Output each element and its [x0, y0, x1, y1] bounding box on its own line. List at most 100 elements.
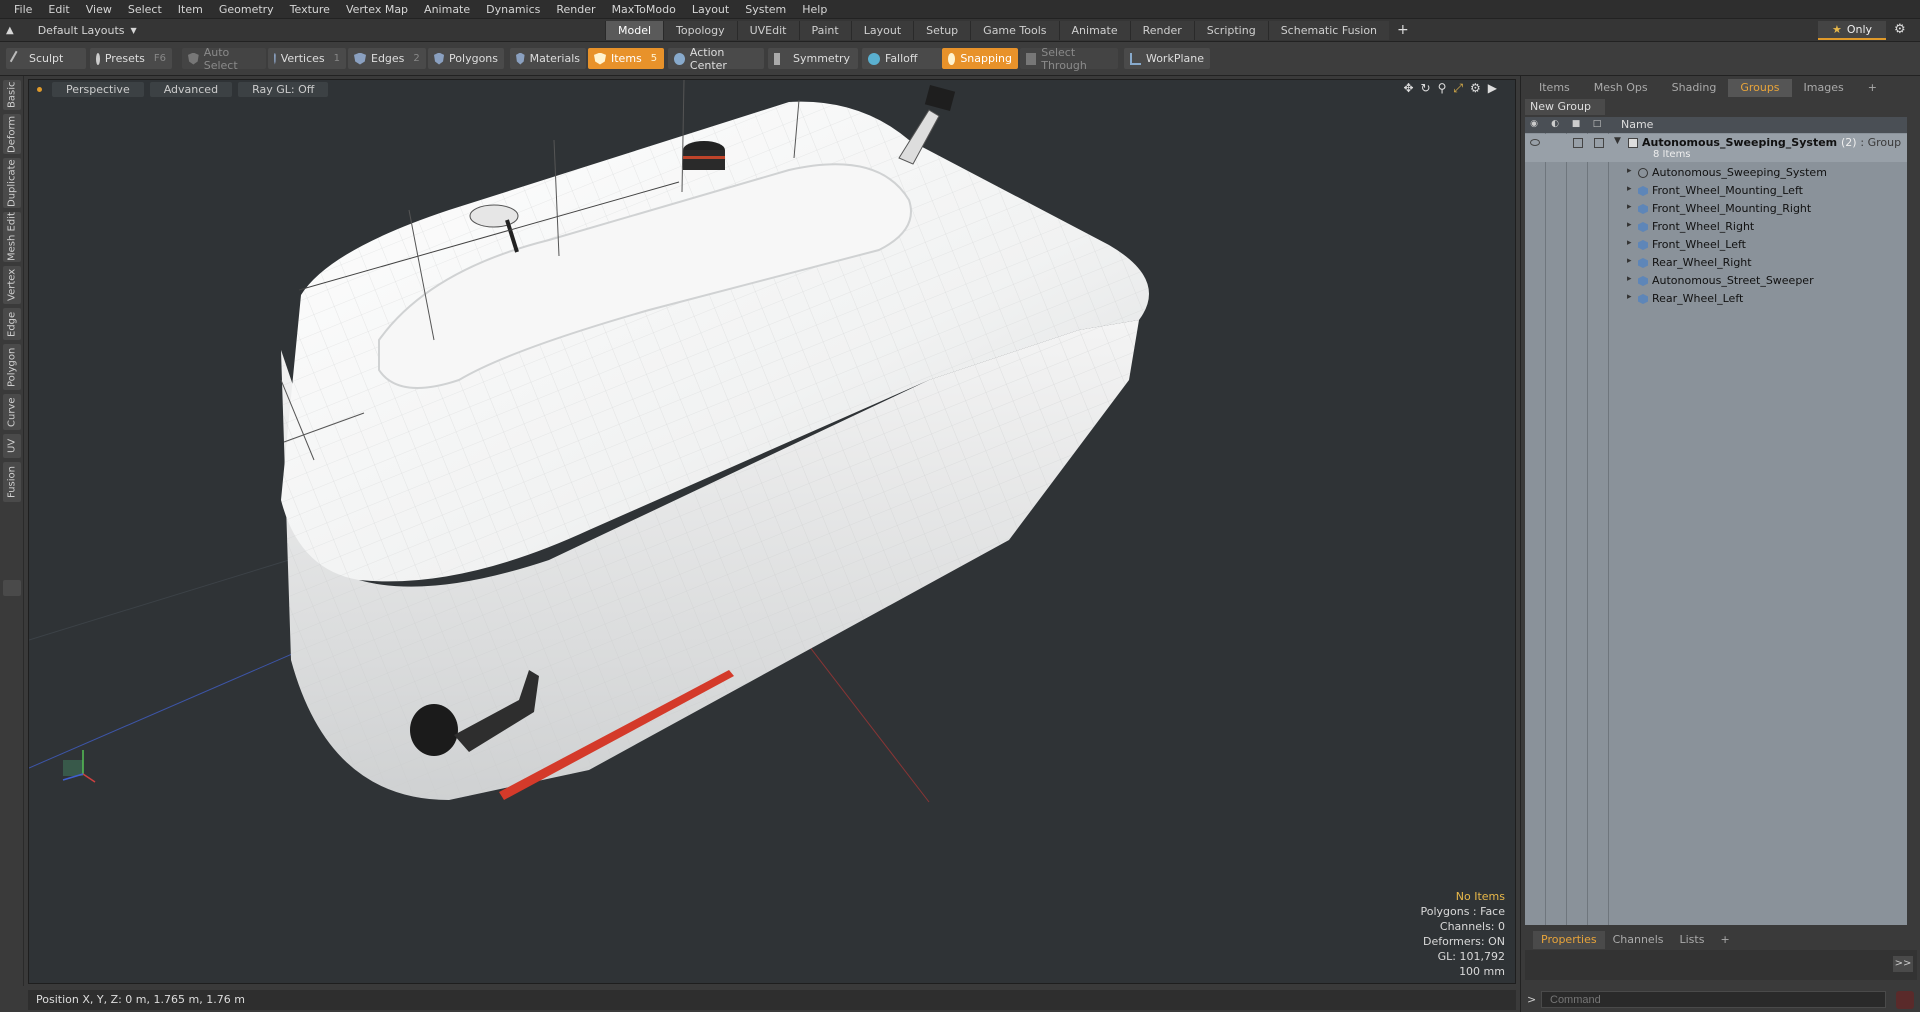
tab-channels[interactable]: Channels — [1605, 931, 1672, 949]
list-item[interactable]: ▸ Front_Wheel_Mounting_Left — [1525, 182, 1907, 200]
expand-arrow-icon[interactable]: ▸ — [1627, 166, 1632, 176]
tab-schematic-fusion[interactable]: Schematic Fusion — [1267, 21, 1390, 40]
expand-arrow-icon[interactable]: ▸ — [1627, 202, 1632, 212]
collapse-arrow-icon[interactable]: ▼ — [1614, 136, 1621, 146]
column-name[interactable]: Name — [1621, 118, 1653, 131]
expand-arrow-icon[interactable]: ▸ — [1627, 238, 1632, 248]
tab-properties[interactable]: Properties — [1533, 931, 1605, 949]
vtab-deform[interactable]: Deform — [3, 114, 21, 154]
items-button[interactable]: Items 5 — [588, 48, 664, 69]
tab-groups[interactable]: Groups — [1728, 79, 1792, 97]
tab-setup[interactable]: Setup — [913, 21, 971, 40]
raygl-button[interactable]: Ray GL: Off — [238, 81, 329, 97]
vtab-mesh-edit[interactable]: Mesh Edit — [3, 212, 21, 262]
list-item[interactable]: ▸ Front_Wheel_Right — [1525, 218, 1907, 236]
vtab-uv[interactable]: UV — [3, 434, 21, 458]
add-tab-icon[interactable]: + — [1389, 21, 1417, 40]
expand-arrow-icon[interactable]: ▸ — [1627, 184, 1632, 194]
menu-view[interactable]: View — [78, 0, 120, 19]
auto-select-button[interactable]: Auto Select — [182, 46, 266, 72]
expand-arrow-icon[interactable]: ▸ — [1627, 292, 1632, 302]
zoom-icon[interactable]: ⚲ — [1438, 81, 1447, 96]
menu-item[interactable]: Item — [170, 0, 211, 19]
tab-images[interactable]: Images — [1792, 79, 1856, 97]
menu-system[interactable]: System — [737, 0, 794, 19]
3d-viewport[interactable]: Perspective Advanced Ray GL: Off ✥ ↻ ⚲ ⤢… — [28, 79, 1516, 984]
polygons-button[interactable]: Polygons — [428, 48, 504, 69]
menu-edit[interactable]: Edit — [40, 0, 77, 19]
expand-button[interactable]: >> — [1893, 956, 1913, 972]
vtab-duplicate[interactable]: Duplicate — [3, 158, 21, 208]
action-center-button[interactable]: Action Center — [668, 46, 764, 72]
menu-dynamics[interactable]: Dynamics — [478, 0, 548, 19]
menu-geometry[interactable]: Geometry — [211, 0, 282, 19]
materials-button[interactable]: Materials — [510, 48, 586, 69]
tab-animate[interactable]: Animate — [1058, 21, 1130, 40]
select-icon[interactable]: □ — [1591, 119, 1603, 131]
record-icon[interactable] — [1896, 991, 1914, 1009]
tab-items[interactable]: Items — [1527, 79, 1582, 97]
sculpt-button[interactable]: Sculpt — [6, 48, 86, 69]
menu-select[interactable]: Select — [120, 0, 170, 19]
vtab-polygon[interactable]: Polygon — [3, 344, 21, 390]
rotate-icon[interactable]: ↻ — [1421, 81, 1431, 96]
snapping-button[interactable]: Snapping — [942, 48, 1018, 69]
vtab-curve[interactable]: Curve — [3, 394, 21, 430]
tab-render[interactable]: Render — [1129, 21, 1194, 40]
list-item[interactable]: ▸ Front_Wheel_Left — [1525, 236, 1907, 254]
tab-paint[interactable]: Paint — [798, 21, 851, 40]
presets-button[interactable]: Presets F6 — [90, 48, 172, 69]
lock-icon[interactable]: ■ — [1570, 119, 1582, 131]
vtab-collapse[interactable] — [3, 580, 21, 596]
tab-topology[interactable]: Topology — [663, 21, 737, 40]
menu-file[interactable]: File — [6, 0, 40, 19]
tab-uvedit[interactable]: UVEdit — [736, 21, 799, 40]
expand-arrow-icon[interactable]: ▸ — [1627, 220, 1632, 230]
render-icon[interactable]: ◐ — [1549, 119, 1561, 131]
falloff-button[interactable]: Falloff — [862, 48, 942, 69]
symmetry-button[interactable]: Symmetry — [768, 48, 858, 69]
list-item[interactable]: ▸ Autonomous_Sweeping_System — [1525, 164, 1907, 182]
menu-maxtomodo[interactable]: MaxToModo — [604, 0, 684, 19]
list-item[interactable]: ▸ Autonomous_Street_Sweeper — [1525, 272, 1907, 290]
play-icon[interactable]: ▶ — [1488, 81, 1497, 96]
gear-icon[interactable]: ⚙ — [1894, 22, 1906, 37]
add-tab-icon[interactable]: + — [1712, 931, 1737, 949]
list-item[interactable]: ▸ Front_Wheel_Mounting_Right — [1525, 200, 1907, 218]
only-button[interactable]: ★ Only — [1818, 21, 1886, 40]
tab-lists[interactable]: Lists — [1672, 931, 1713, 949]
tab-layout[interactable]: Layout — [850, 21, 914, 40]
tab-model[interactable]: Model — [605, 21, 664, 40]
vtab-vertex[interactable]: Vertex — [3, 266, 21, 304]
tab-mesh-ops[interactable]: Mesh Ops — [1582, 79, 1660, 97]
workplane-button[interactable]: WorkPlane — [1124, 48, 1210, 69]
list-item[interactable]: ▸ Rear_Wheel_Right — [1525, 254, 1907, 272]
select-checkbox[interactable] — [1594, 138, 1604, 148]
view-mode-button[interactable]: Advanced — [149, 81, 233, 97]
list-item[interactable]: ▸ Rear_Wheel_Left — [1525, 290, 1907, 308]
expand-arrow-icon[interactable]: ▸ — [1627, 274, 1632, 284]
menu-animate[interactable]: Animate — [416, 0, 478, 19]
lock-checkbox[interactable] — [1573, 138, 1583, 148]
menu-vertex-map[interactable]: Vertex Map — [338, 0, 416, 19]
vtab-basic[interactable]: Basic — [3, 80, 21, 110]
eye-icon[interactable]: ◉ — [1528, 119, 1540, 131]
menu-help[interactable]: Help — [794, 0, 835, 19]
layout-menu[interactable]: ▲ Default Layouts ▼ — [6, 22, 137, 39]
edges-button[interactable]: Edges 2 — [348, 48, 426, 69]
maximize-icon[interactable]: ⤢ — [1453, 81, 1463, 96]
menu-render[interactable]: Render — [548, 0, 603, 19]
menu-texture[interactable]: Texture — [282, 0, 338, 19]
vtab-edge[interactable]: Edge — [3, 308, 21, 340]
visibility-eye-icon[interactable] — [1530, 139, 1540, 146]
select-through-button[interactable]: Select Through — [1020, 46, 1118, 72]
tab-shading[interactable]: Shading — [1660, 79, 1729, 97]
add-tab-icon[interactable]: + — [1856, 79, 1889, 97]
menu-layout[interactable]: Layout — [684, 0, 737, 19]
gear-icon[interactable]: ⚙ — [1470, 81, 1481, 96]
group-row[interactable]: ▼ Autonomous_Sweeping_System (2) : Group… — [1525, 134, 1907, 162]
view-perspective-button[interactable]: Perspective — [52, 81, 144, 97]
command-input[interactable] — [1541, 991, 1886, 1008]
pan-icon[interactable]: ✥ — [1403, 81, 1413, 96]
vtab-fusion[interactable]: Fusion — [3, 462, 21, 502]
